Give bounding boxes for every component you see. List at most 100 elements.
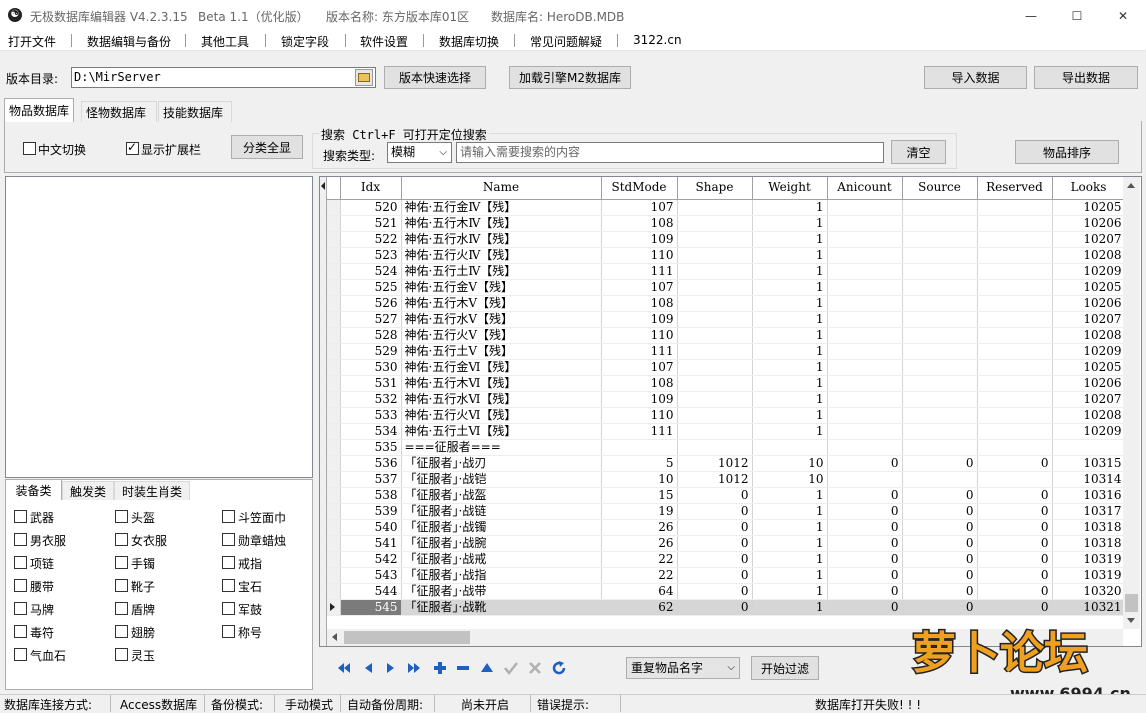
post-edit-icon[interactable] [503, 660, 519, 676]
table-cell[interactable]: 107 [601, 279, 678, 296]
table-cell[interactable]: 0 [677, 599, 753, 616]
table-cell[interactable]: 1 [752, 519, 828, 536]
dir-input[interactable]: D:\MirServer [71, 67, 376, 88]
prev-record-icon[interactable] [360, 660, 376, 676]
table-cell[interactable]: 1 [752, 359, 828, 376]
table-cell[interactable]: 10207 [1052, 231, 1126, 248]
table-cell[interactable]: 10314 [1052, 471, 1126, 488]
table-cell[interactable]: 534 [340, 423, 402, 440]
table-row[interactable]: 527 神佑·五行水Ⅴ【残】 109 1 10207 [327, 311, 1126, 328]
table-cell[interactable]: 539 [340, 503, 402, 520]
table-cell[interactable]: 110 [601, 407, 678, 424]
category-checkbox[interactable] [115, 648, 128, 661]
clear-button[interactable]: 清空 [891, 140, 946, 164]
table-cell[interactable] [902, 423, 978, 440]
table-cell[interactable]: 1 [752, 567, 828, 584]
category-checkbox[interactable] [14, 510, 27, 523]
table-cell[interactable]: 1012 [677, 471, 753, 488]
table-cell[interactable] [677, 295, 753, 312]
menu-data-edit[interactable]: 数据编辑与备份 [87, 33, 171, 50]
table-cell[interactable]: 1 [752, 599, 828, 616]
cat-tab-equipment[interactable]: 装备类 [5, 479, 62, 500]
table-cell[interactable]: 「征服者」·战靴 [401, 599, 602, 616]
vertical-scrollbar[interactable] [1123, 177, 1140, 629]
table-cell[interactable]: 0 [827, 455, 903, 472]
table-cell[interactable] [977, 359, 1053, 376]
column-header[interactable]: Anicount [827, 177, 903, 200]
cat-tab-fashion[interactable]: 时装生肖类 [114, 481, 190, 500]
table-cell[interactable]: 10319 [1052, 567, 1126, 584]
table-cell[interactable]: 529 [340, 343, 402, 360]
grid-splitter[interactable] [320, 177, 327, 646]
table-cell[interactable]: 10316 [1052, 487, 1126, 504]
table-row[interactable]: 529 神佑·五行土Ⅴ【残】 111 1 10209 [327, 343, 1126, 360]
category-checkbox[interactable] [115, 602, 128, 615]
table-cell[interactable] [752, 439, 828, 456]
table-cell[interactable]: 109 [601, 311, 678, 328]
table-cell[interactable] [827, 295, 903, 312]
folder-button[interactable] [355, 69, 373, 86]
table-cell[interactable] [827, 311, 903, 328]
table-cell[interactable]: 110 [601, 247, 678, 264]
table-cell[interactable]: 22 [601, 567, 678, 584]
table-cell[interactable]: 10208 [1052, 327, 1126, 344]
table-cell[interactable]: 540 [340, 519, 402, 536]
table-cell[interactable] [827, 279, 903, 296]
table-cell[interactable]: 0 [977, 455, 1053, 472]
table-cell[interactable] [677, 423, 753, 440]
tab-skills[interactable]: 技能数据库 [158, 101, 232, 122]
scroll-thumb[interactable] [1125, 594, 1138, 612]
table-cell[interactable]: 523 [340, 247, 402, 264]
table-cell[interactable]: 10205 [1052, 199, 1126, 216]
table-row[interactable]: 536 「征服者」·战刃 5 1012 10 0 0 0 10315 [327, 455, 1126, 472]
table-cell[interactable]: 0 [902, 503, 978, 520]
table-cell[interactable]: ===征服者=== [401, 439, 602, 456]
table-cell[interactable]: 神佑·五行木Ⅵ【残】 [401, 375, 602, 392]
table-row[interactable]: 532 神佑·五行水Ⅵ【残】 109 1 10207 [327, 391, 1126, 408]
table-cell[interactable]: 1 [752, 375, 828, 392]
table-cell[interactable]: 0 [677, 503, 753, 520]
table-cell[interactable]: 10318 [1052, 519, 1126, 536]
table-cell[interactable]: 1 [752, 231, 828, 248]
table-cell[interactable]: 527 [340, 311, 402, 328]
menu-tools[interactable]: 其他工具 [201, 33, 249, 50]
column-header[interactable]: StdMode [601, 177, 678, 200]
minimize-button[interactable]: — [1008, 0, 1054, 31]
table-cell[interactable]: 神佑·五行水Ⅵ【残】 [401, 391, 602, 408]
table-cell[interactable]: 0 [977, 487, 1053, 504]
table-cell[interactable]: 537 [340, 471, 402, 488]
category-checkbox[interactable] [115, 533, 128, 546]
table-cell[interactable] [902, 279, 978, 296]
table-cell[interactable]: 神佑·五行火Ⅳ【残】 [401, 247, 602, 264]
table-cell[interactable]: 1 [752, 295, 828, 312]
table-cell[interactable]: 520 [340, 199, 402, 216]
last-record-icon[interactable] [406, 660, 422, 676]
table-cell[interactable]: 10 [752, 455, 828, 472]
table-cell[interactable] [677, 327, 753, 344]
table-cell[interactable]: 神佑·五行火Ⅵ【残】 [401, 407, 602, 424]
table-cell[interactable]: 543 [340, 567, 402, 584]
table-cell[interactable] [902, 199, 978, 216]
table-cell[interactable] [977, 231, 1053, 248]
scroll-up-icon[interactable] [1127, 183, 1135, 188]
table-cell[interactable]: 神佑·五行土Ⅵ【残】 [401, 423, 602, 440]
column-header[interactable]: Weight [752, 177, 828, 200]
table-cell[interactable] [902, 327, 978, 344]
table-row[interactable]: 539 「征服者」·战链 19 0 1 0 0 0 10317 [327, 503, 1126, 520]
table-cell[interactable] [677, 215, 753, 232]
category-checkbox[interactable] [14, 625, 27, 638]
refresh-icon[interactable] [551, 660, 567, 676]
table-cell[interactable]: 10 [601, 471, 678, 488]
table-cell[interactable] [827, 327, 903, 344]
table-cell[interactable]: 1 [752, 343, 828, 360]
table-row[interactable]: 524 神佑·五行土Ⅳ【残】 111 1 10209 [327, 263, 1126, 280]
table-cell[interactable]: 10320 [1052, 583, 1126, 600]
table-cell[interactable]: 1 [752, 535, 828, 552]
table-cell[interactable] [827, 263, 903, 280]
table-cell[interactable] [827, 407, 903, 424]
table-cell[interactable]: 111 [601, 423, 678, 440]
table-cell[interactable]: 「征服者」·战刃 [401, 455, 602, 472]
table-row[interactable]: 530 神佑·五行金Ⅵ【残】 107 1 10205 [327, 359, 1126, 376]
table-cell[interactable] [977, 407, 1053, 424]
table-cell[interactable]: 10206 [1052, 375, 1126, 392]
